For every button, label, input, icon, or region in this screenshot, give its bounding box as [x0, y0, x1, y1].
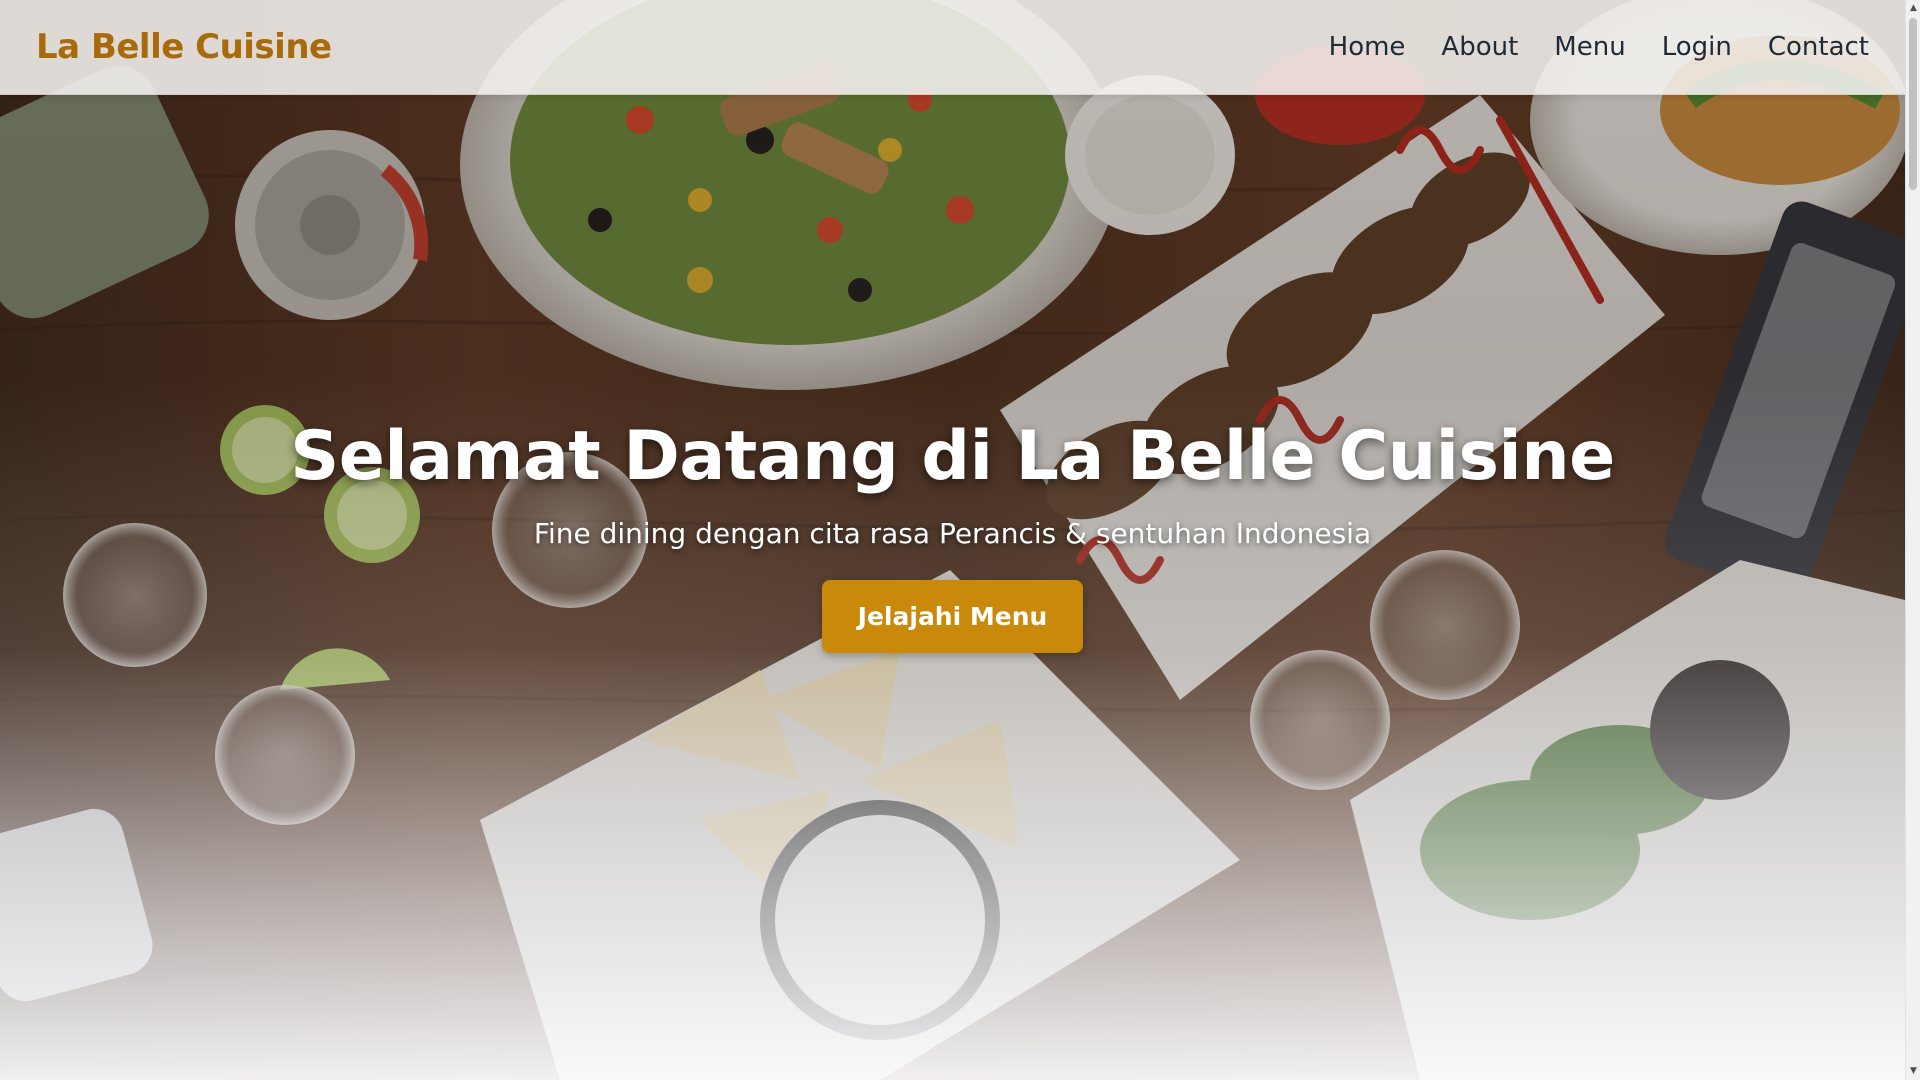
- nav-link-about[interactable]: About: [1441, 32, 1518, 62]
- nav-link-login[interactable]: Login: [1662, 32, 1732, 62]
- page: Selamat Datang di La Belle Cuisine Fine …: [0, 0, 1905, 1080]
- page-scrollbar[interactable]: ▲ ▼: [1905, 0, 1920, 1080]
- navbar: La Belle Cuisine Home About Menu Login C…: [0, 0, 1905, 95]
- scrollbar-thumb[interactable]: [1909, 18, 1917, 190]
- arrow-up-icon[interactable]: ▲: [1906, 0, 1920, 17]
- nav-link-contact[interactable]: Contact: [1768, 32, 1869, 62]
- explore-menu-button[interactable]: Jelajahi Menu: [821, 579, 1084, 653]
- hero-section: Selamat Datang di La Belle Cuisine Fine …: [0, 0, 1905, 1080]
- brand-logo[interactable]: La Belle Cuisine: [36, 27, 332, 67]
- hero-title: Selamat Datang di La Belle Cuisine: [290, 417, 1615, 496]
- arrow-down-icon[interactable]: ▼: [1906, 1063, 1920, 1080]
- hero-subtitle: Fine dining dengan cita rasa Perancis & …: [533, 516, 1372, 550]
- hero-content: Selamat Datang di La Belle Cuisine Fine …: [0, 417, 1905, 653]
- nav-link-home[interactable]: Home: [1329, 32, 1406, 62]
- nav-link-menu[interactable]: Menu: [1554, 32, 1625, 62]
- nav-links: Home About Menu Login Contact: [1329, 32, 1869, 62]
